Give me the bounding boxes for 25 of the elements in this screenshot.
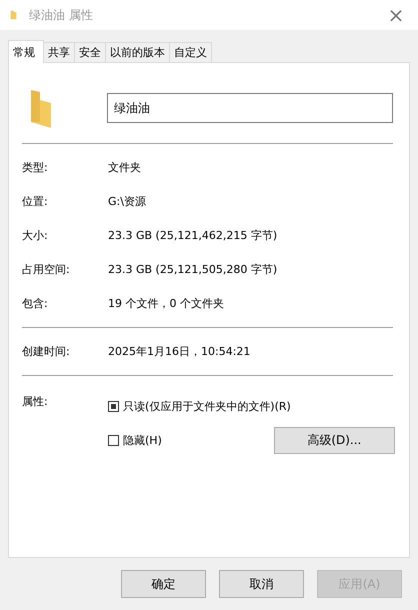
property-label: 属性: bbox=[22, 394, 49, 410]
advanced-button[interactable]: 高级(D)... bbox=[274, 426, 395, 454]
property-label: 创建时间: bbox=[22, 344, 71, 359]
property-label: 包含: bbox=[22, 296, 49, 311]
window-title: 绿油油 属性 bbox=[29, 6, 94, 24]
property-value: G:\资源 bbox=[108, 194, 146, 209]
property-label: 位置: bbox=[22, 194, 49, 209]
property-value: 23.3 GB (25,121,505,280 字节) bbox=[108, 262, 278, 277]
property-value: 23.3 GB (25,121,462,215 字节) bbox=[108, 228, 278, 243]
property-label: 类型: bbox=[22, 160, 49, 175]
folder-icon bbox=[30, 88, 52, 128]
checkbox[interactable]: 只读(仅应用于文件夹中的文件)(R) bbox=[108, 398, 291, 414]
tab[interactable]: 常规 bbox=[8, 40, 44, 63]
property-value: 19 个文件，0 个文件夹 bbox=[108, 296, 224, 311]
property-label: 占用空间: bbox=[22, 262, 71, 277]
folder-icon bbox=[10, 9, 17, 21]
close-button[interactable]: × bbox=[374, 0, 418, 30]
dialog-button[interactable]: 取消 bbox=[219, 570, 304, 598]
property-value: 文件夹 bbox=[108, 160, 141, 175]
tab[interactable]: 自定义 bbox=[169, 42, 212, 62]
checkbox[interactable]: 隐藏(H) bbox=[108, 432, 162, 448]
property-value: 2025年1月16日，10:54:21 bbox=[108, 344, 250, 359]
dialog-button[interactable]: 确定 bbox=[121, 570, 206, 598]
property-label: 大小: bbox=[22, 228, 49, 243]
name-field[interactable]: 绿油油 bbox=[106, 93, 393, 123]
